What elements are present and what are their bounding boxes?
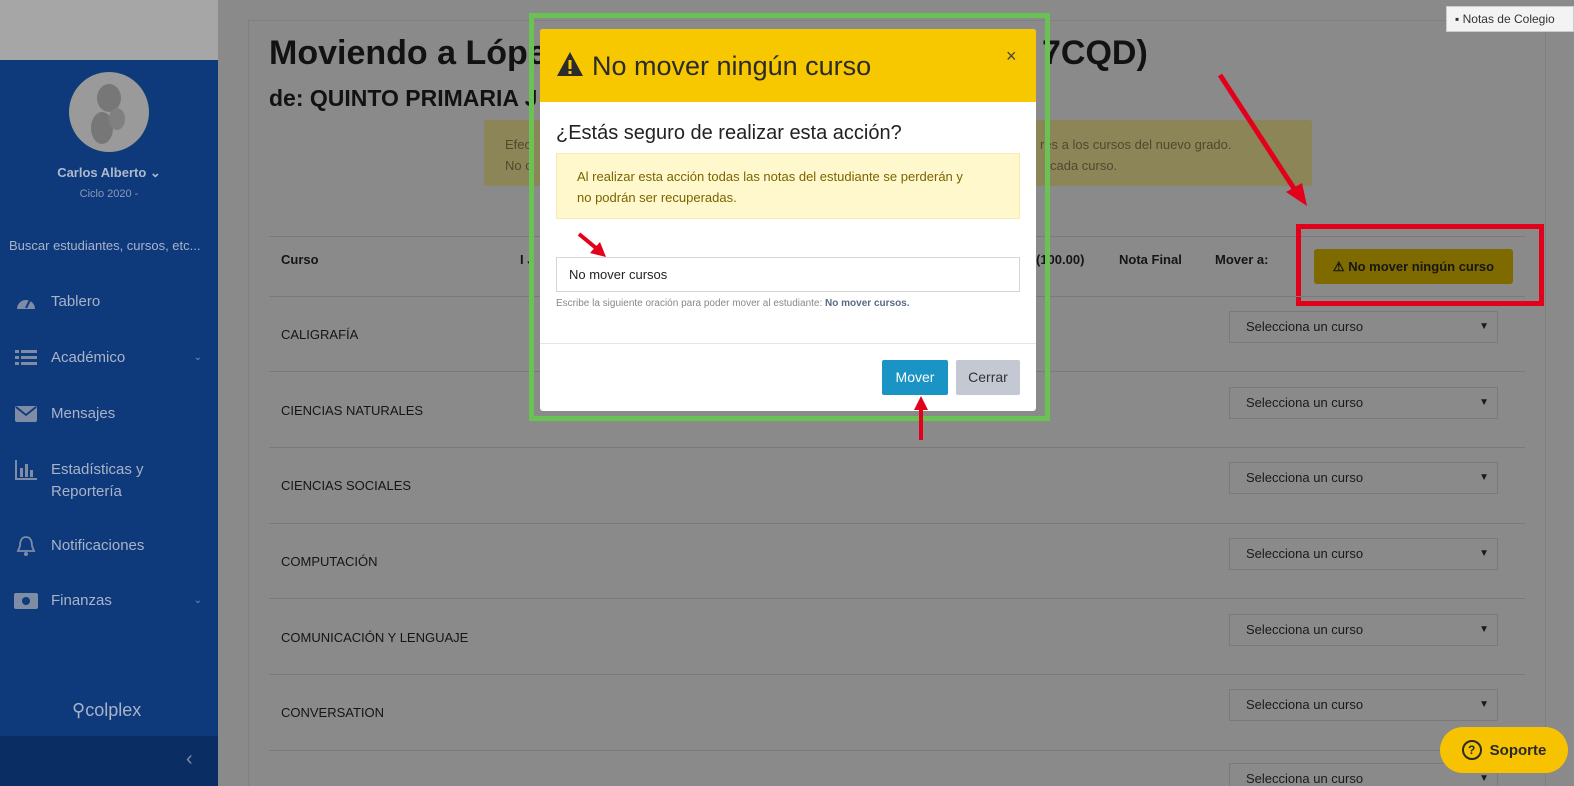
modal-title: No mover ningún curso — [592, 51, 872, 81]
bar-chart-icon — [14, 459, 38, 481]
move-button[interactable]: Mover — [882, 360, 948, 395]
user-cycle: Ciclo 2020 - — [79, 188, 139, 200]
support-button[interactable]: ? Soporte — [1440, 727, 1568, 773]
sidebar-item-label-2: Reportería — [51, 483, 122, 500]
caret-down-icon: ▼ — [1479, 699, 1489, 710]
caret-down-icon: ▼ — [1479, 624, 1489, 635]
warning-icon — [556, 51, 584, 82]
chevron-down-icon: ⌄ — [193, 352, 202, 363]
chevron-left-icon[interactable]: ‹ — [186, 748, 193, 771]
sidebar-item-label: Mensajes — [51, 405, 116, 422]
sidebar-item-estadisticas[interactable]: Estadísticas y Reportería — [0, 459, 218, 503]
sidebar-item-mensajes[interactable]: Mensajes — [0, 403, 218, 425]
logo-icon: ⚲ — [72, 700, 86, 720]
sidebar-item-label: Académico — [51, 349, 126, 366]
modal-question: ¿Estás seguro de realizar esta acción? — [556, 122, 902, 144]
caret-down-icon: ▼ — [1479, 321, 1489, 332]
header-nota-final: Nota Final — [1119, 252, 1182, 267]
user-menu[interactable]: Carlos Alberto ⌄ — [0, 165, 218, 181]
modal-alert: Al realizar esta acción todas las notas … — [556, 153, 1020, 219]
sidebar-item-academico[interactable]: Académico ⌄ — [0, 347, 218, 369]
chevron-down-icon: ⌄ — [193, 595, 202, 606]
confirm-modal: No mover ningún curso × ¿Estás seguro de… — [540, 29, 1036, 411]
user-name: Carlos Alberto — [57, 165, 147, 180]
helper-text: Escribe la siguiente oración para poder … — [556, 298, 910, 309]
page-title-end: 7CQD) — [1042, 34, 1148, 72]
close-button[interactable]: Cerrar — [956, 360, 1020, 395]
course-select[interactable]: Selecciona un curso ▼ — [1229, 311, 1498, 343]
sidebar-item-notificaciones[interactable]: Notificaciones — [0, 535, 218, 557]
caret-down-icon: ▼ — [1479, 397, 1489, 408]
confirm-phrase-input[interactable] — [556, 257, 1020, 292]
course-name: CIENCIAS SOCIALES — [281, 478, 412, 493]
sidebar-item-finanzas[interactable]: Finanzas ⌄ — [0, 590, 218, 612]
page-title: Moviendo a Lópe — [269, 34, 547, 72]
header-curso: Curso — [281, 252, 319, 267]
course-select[interactable]: Selecciona un curso ▼ — [1229, 538, 1498, 570]
caret-down-icon: ▼ — [1479, 472, 1489, 483]
modal-header: No mover ningún curso × — [540, 29, 1036, 102]
sidebar-item-label: Tablero — [51, 293, 101, 310]
course-name: COMUNICACIÓN Y LENGUAJE — [281, 630, 469, 645]
course-name: CALIGRAFÍA — [281, 327, 359, 342]
row-divider — [269, 523, 1525, 524]
modal-divider — [540, 343, 1036, 344]
notes-tab[interactable]: ▪ Notas de Colegio — [1446, 6, 1574, 32]
sidebar-item-label: Notificaciones — [51, 537, 145, 554]
search-input[interactable]: Buscar estudiantes, cursos, etc... — [9, 238, 200, 253]
course-select[interactable]: Selecciona un curso ▼ — [1229, 387, 1498, 419]
banner-text: cada curso. — [1050, 158, 1118, 173]
dashboard-icon — [14, 291, 38, 313]
row-divider — [269, 674, 1525, 675]
row-divider — [269, 750, 1525, 751]
sidebar-item-label: Finanzas — [51, 592, 112, 609]
money-icon — [14, 590, 38, 612]
close-icon[interactable]: × — [1006, 46, 1017, 67]
list-icon — [14, 347, 38, 369]
banner-text: Efec — [505, 137, 532, 152]
header-mover-a: Mover a: — [1215, 252, 1269, 267]
bell-icon — [14, 535, 38, 557]
course-name: CIENCIAS NATURALES — [281, 403, 424, 418]
course-select[interactable]: Selecciona un curso ▼ — [1229, 462, 1498, 494]
row-divider — [269, 447, 1525, 448]
banner-text: No c — [505, 158, 532, 173]
chevron-down-icon: ⌄ — [149, 165, 161, 180]
sidebar-item-tablero[interactable]: Tablero — [0, 291, 218, 313]
sidebar-item-label: Estadísticas y — [51, 461, 144, 478]
avatar[interactable] — [69, 72, 149, 152]
envelope-icon — [14, 403, 38, 425]
caret-down-icon: ▼ — [1479, 548, 1489, 559]
course-select[interactable]: Selecciona un curso ▼ — [1229, 689, 1498, 721]
page-subtitle: de: QUINTO PRIMARIA J — [269, 85, 538, 111]
course-name: COMPUTACIÓN — [281, 554, 378, 569]
course-select[interactable]: Selecciona un curso ▼ — [1229, 614, 1498, 646]
highlight-red-box — [1296, 224, 1544, 306]
question-icon: ? — [1461, 740, 1482, 760]
banner-text: res a los cursos del nuevo grado. — [1040, 137, 1232, 152]
note-icon: ▪ — [1455, 12, 1460, 26]
course-name: CONVERSATION — [281, 705, 385, 720]
row-divider — [269, 598, 1525, 599]
brand-logo: ⚲colplex — [72, 700, 142, 720]
sidebar-header — [0, 0, 218, 60]
